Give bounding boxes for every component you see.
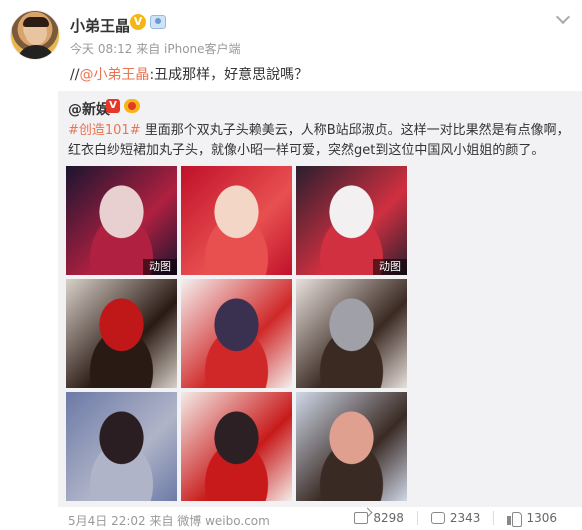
like-button[interactable]: 1306 bbox=[493, 511, 570, 527]
gif-label: 动图 bbox=[373, 259, 407, 275]
grid-image[interactable] bbox=[296, 392, 407, 501]
grid-image[interactable] bbox=[296, 279, 407, 388]
comment-button[interactable]: 2343 bbox=[416, 511, 494, 525]
post-body: :丑成那样，好意思說嗎？ bbox=[149, 67, 309, 83]
comment-count: 2343 bbox=[449, 511, 481, 525]
footer-time[interactable]: 5月4日 22:02 来自 微博 weibo.com bbox=[68, 512, 270, 529]
member-badge-icon bbox=[150, 15, 166, 29]
gif-label: 动图 bbox=[143, 259, 177, 275]
repost-count: 8298 bbox=[373, 511, 404, 525]
grid-image[interactable] bbox=[181, 279, 292, 388]
repost-verified-badge-icon: V bbox=[106, 99, 120, 113]
repost-member-badge-icon bbox=[124, 99, 140, 113]
repost-button[interactable]: 8298 bbox=[341, 511, 417, 525]
share-icon bbox=[354, 512, 369, 524]
action-bar: 8298 2343 1306 bbox=[341, 511, 570, 527]
post-text: //@小弟王晶:丑成那样，好意思說嗎？ bbox=[70, 64, 308, 84]
repost-author[interactable]: @新娱 bbox=[68, 99, 110, 119]
grid-image[interactable]: 动图 bbox=[66, 166, 177, 275]
verified-badge-icon: V bbox=[130, 14, 146, 30]
mention-link[interactable]: @小弟王晶 bbox=[79, 67, 149, 83]
thumbs-up-icon bbox=[507, 511, 523, 527]
grid-image[interactable] bbox=[181, 166, 292, 275]
repost-text: #创造101# 里面那个双丸子头赖美云，人称B站邱淑贞。这样一对比果然是有点像啊… bbox=[68, 121, 578, 161]
avatar[interactable] bbox=[10, 10, 60, 60]
grid-image[interactable] bbox=[66, 279, 177, 388]
grid-image[interactable] bbox=[181, 392, 292, 501]
chevron-down-icon[interactable] bbox=[555, 9, 571, 25]
username[interactable]: 小弟王晶 bbox=[70, 15, 130, 36]
like-count: 1306 bbox=[526, 511, 557, 525]
repost-card: @新娱 V #创造101# 里面那个双丸子头赖美云，人称B站邱淑贞。这样一对比果… bbox=[58, 91, 582, 507]
comment-icon bbox=[430, 512, 445, 524]
grid-image[interactable] bbox=[66, 392, 177, 501]
repost-body: 里面那个双丸子头赖美云，人称B站邱淑贞。这样一对比果然是有点像啊，红衣白纱短裙加… bbox=[68, 123, 570, 158]
hashtag-link[interactable]: #创造101# bbox=[68, 123, 141, 138]
post-meta: 今天 08:12 来自 iPhone客户端 bbox=[70, 42, 241, 56]
grid-image[interactable]: 动图 bbox=[296, 166, 407, 275]
